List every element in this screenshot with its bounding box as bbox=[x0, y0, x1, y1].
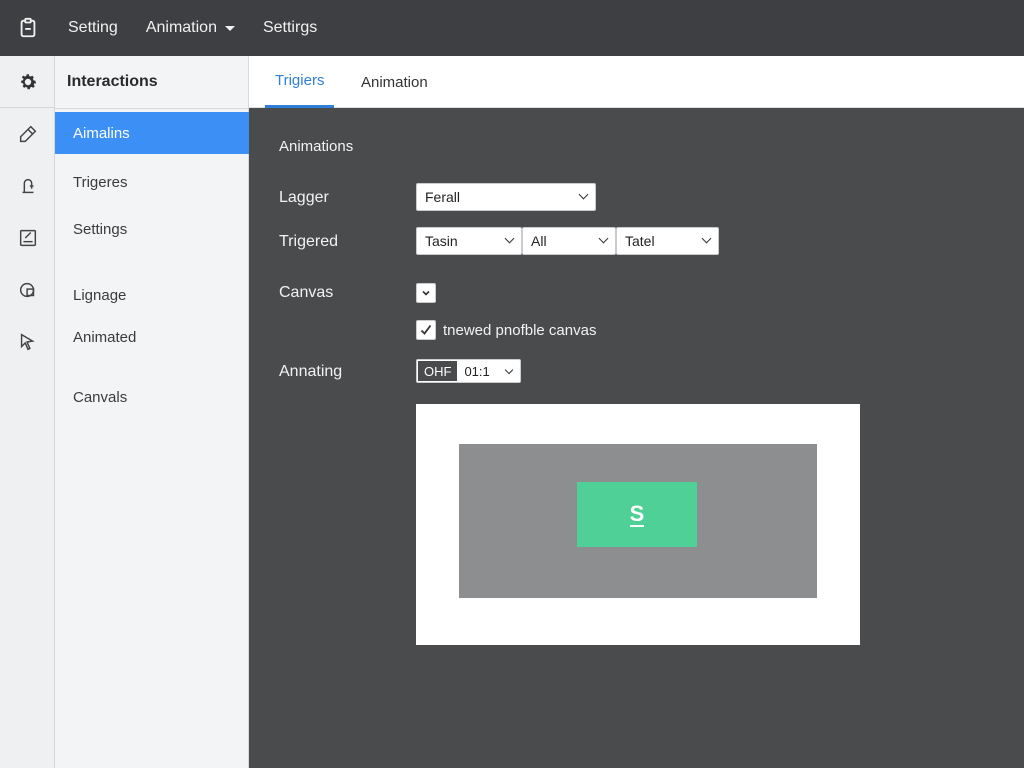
sidebar-item-label: Animated bbox=[73, 328, 137, 346]
main-panel: Animations Lagger Ferall Trigered Tasin … bbox=[249, 108, 1024, 768]
sidebar-item-label: Trigeres bbox=[73, 173, 128, 191]
sidebar-item-aimalins[interactable]: Aimalins bbox=[55, 112, 249, 154]
profile-canvas-label: tnewed pnofble canvas bbox=[443, 322, 597, 339]
chevron-down-icon bbox=[598, 233, 609, 244]
annating-toggle[interactable]: OHF bbox=[417, 360, 459, 382]
menu-settings-label: Settirgs bbox=[262, 19, 318, 36]
chevron-down-icon bbox=[578, 189, 589, 200]
trigered-label: Trigered bbox=[279, 233, 338, 250]
gear-icon[interactable] bbox=[0, 56, 55, 108]
sidebar-item-trigeres[interactable]: Trigeres bbox=[55, 161, 249, 203]
profile-canvas-checkbox[interactable] bbox=[416, 320, 436, 340]
annating-select[interactable]: 01:1 bbox=[458, 360, 520, 382]
sidebar-item-label: Lignage bbox=[73, 286, 127, 304]
menu-setting[interactable]: Setting bbox=[68, 19, 118, 37]
lagger-select[interactable]: Ferall bbox=[416, 183, 596, 211]
sidebar-item-label: Aimalins bbox=[73, 124, 130, 142]
trigered-value-2: All bbox=[531, 233, 547, 249]
sidebar-title: Interactions bbox=[55, 56, 248, 109]
annating-control: OHF 01:1 bbox=[416, 359, 522, 383]
section-title: Animations bbox=[279, 138, 354, 155]
canvas-label: Canvas bbox=[279, 284, 334, 301]
shapes-icon[interactable] bbox=[0, 264, 55, 316]
sidebar: Interactions Aimalins Trigeres Settings … bbox=[55, 56, 249, 768]
trigered-select-1[interactable]: Tasin bbox=[416, 227, 522, 255]
tab-label: Trigiers bbox=[275, 72, 325, 89]
annating-toggle-label: OHF bbox=[424, 363, 452, 379]
sidebar-item-label: Canvals bbox=[73, 388, 128, 406]
cursor-icon[interactable] bbox=[0, 316, 55, 368]
menu-animation-label: Animation bbox=[145, 19, 217, 36]
sidebar-item-lignage[interactable]: Lignage bbox=[55, 274, 249, 316]
sidebar-item-canvals[interactable]: Canvals bbox=[55, 376, 249, 418]
canvas-dropdown[interactable] bbox=[416, 283, 436, 303]
menu-setting-label: Setting bbox=[68, 19, 118, 36]
sidebar-item-label: Settings bbox=[73, 220, 128, 238]
tab-animation[interactable]: Animation bbox=[361, 56, 428, 108]
tab-trigiers[interactable]: Trigiers bbox=[265, 56, 335, 108]
tab-label: Animation bbox=[361, 73, 428, 91]
canvas-stage[interactable]: S bbox=[459, 444, 817, 598]
edit-list-icon[interactable] bbox=[0, 212, 55, 264]
menu-animation[interactable]: Animation bbox=[146, 19, 235, 37]
trigered-select-2[interactable]: All bbox=[522, 227, 616, 255]
annating-label: Annating bbox=[279, 363, 343, 380]
annating-value: 01:1 bbox=[464, 363, 490, 379]
canvas-object-label: S bbox=[629, 500, 645, 527]
bell-icon[interactable] bbox=[0, 160, 55, 212]
sidebar-item-settings[interactable]: Settings bbox=[55, 208, 249, 250]
lagger-value: Ferall bbox=[425, 189, 461, 205]
trigered-value-1: Tasin bbox=[425, 233, 458, 249]
pencil-icon[interactable] bbox=[0, 108, 55, 160]
clipboard-icon[interactable] bbox=[0, 0, 56, 56]
canvas-preview[interactable]: S bbox=[416, 404, 860, 645]
chevron-down-icon bbox=[701, 233, 712, 244]
icon-rail bbox=[0, 56, 55, 768]
chevron-down-icon bbox=[224, 25, 235, 31]
lagger-label: Lagger bbox=[279, 189, 329, 206]
canvas-object[interactable]: S bbox=[577, 482, 697, 547]
chevron-down-icon bbox=[504, 233, 515, 244]
chevron-down-icon bbox=[505, 365, 514, 375]
tab-bar: Trigiers Animation bbox=[249, 56, 1024, 108]
trigered-value-3: Tatel bbox=[625, 233, 655, 249]
trigered-select-3[interactable]: Tatel bbox=[616, 227, 719, 255]
sidebar-item-animated[interactable]: Animated bbox=[55, 316, 249, 358]
menubar: Setting Animation Settirgs bbox=[0, 0, 1024, 56]
menu-settings[interactable]: Settirgs bbox=[263, 19, 317, 37]
